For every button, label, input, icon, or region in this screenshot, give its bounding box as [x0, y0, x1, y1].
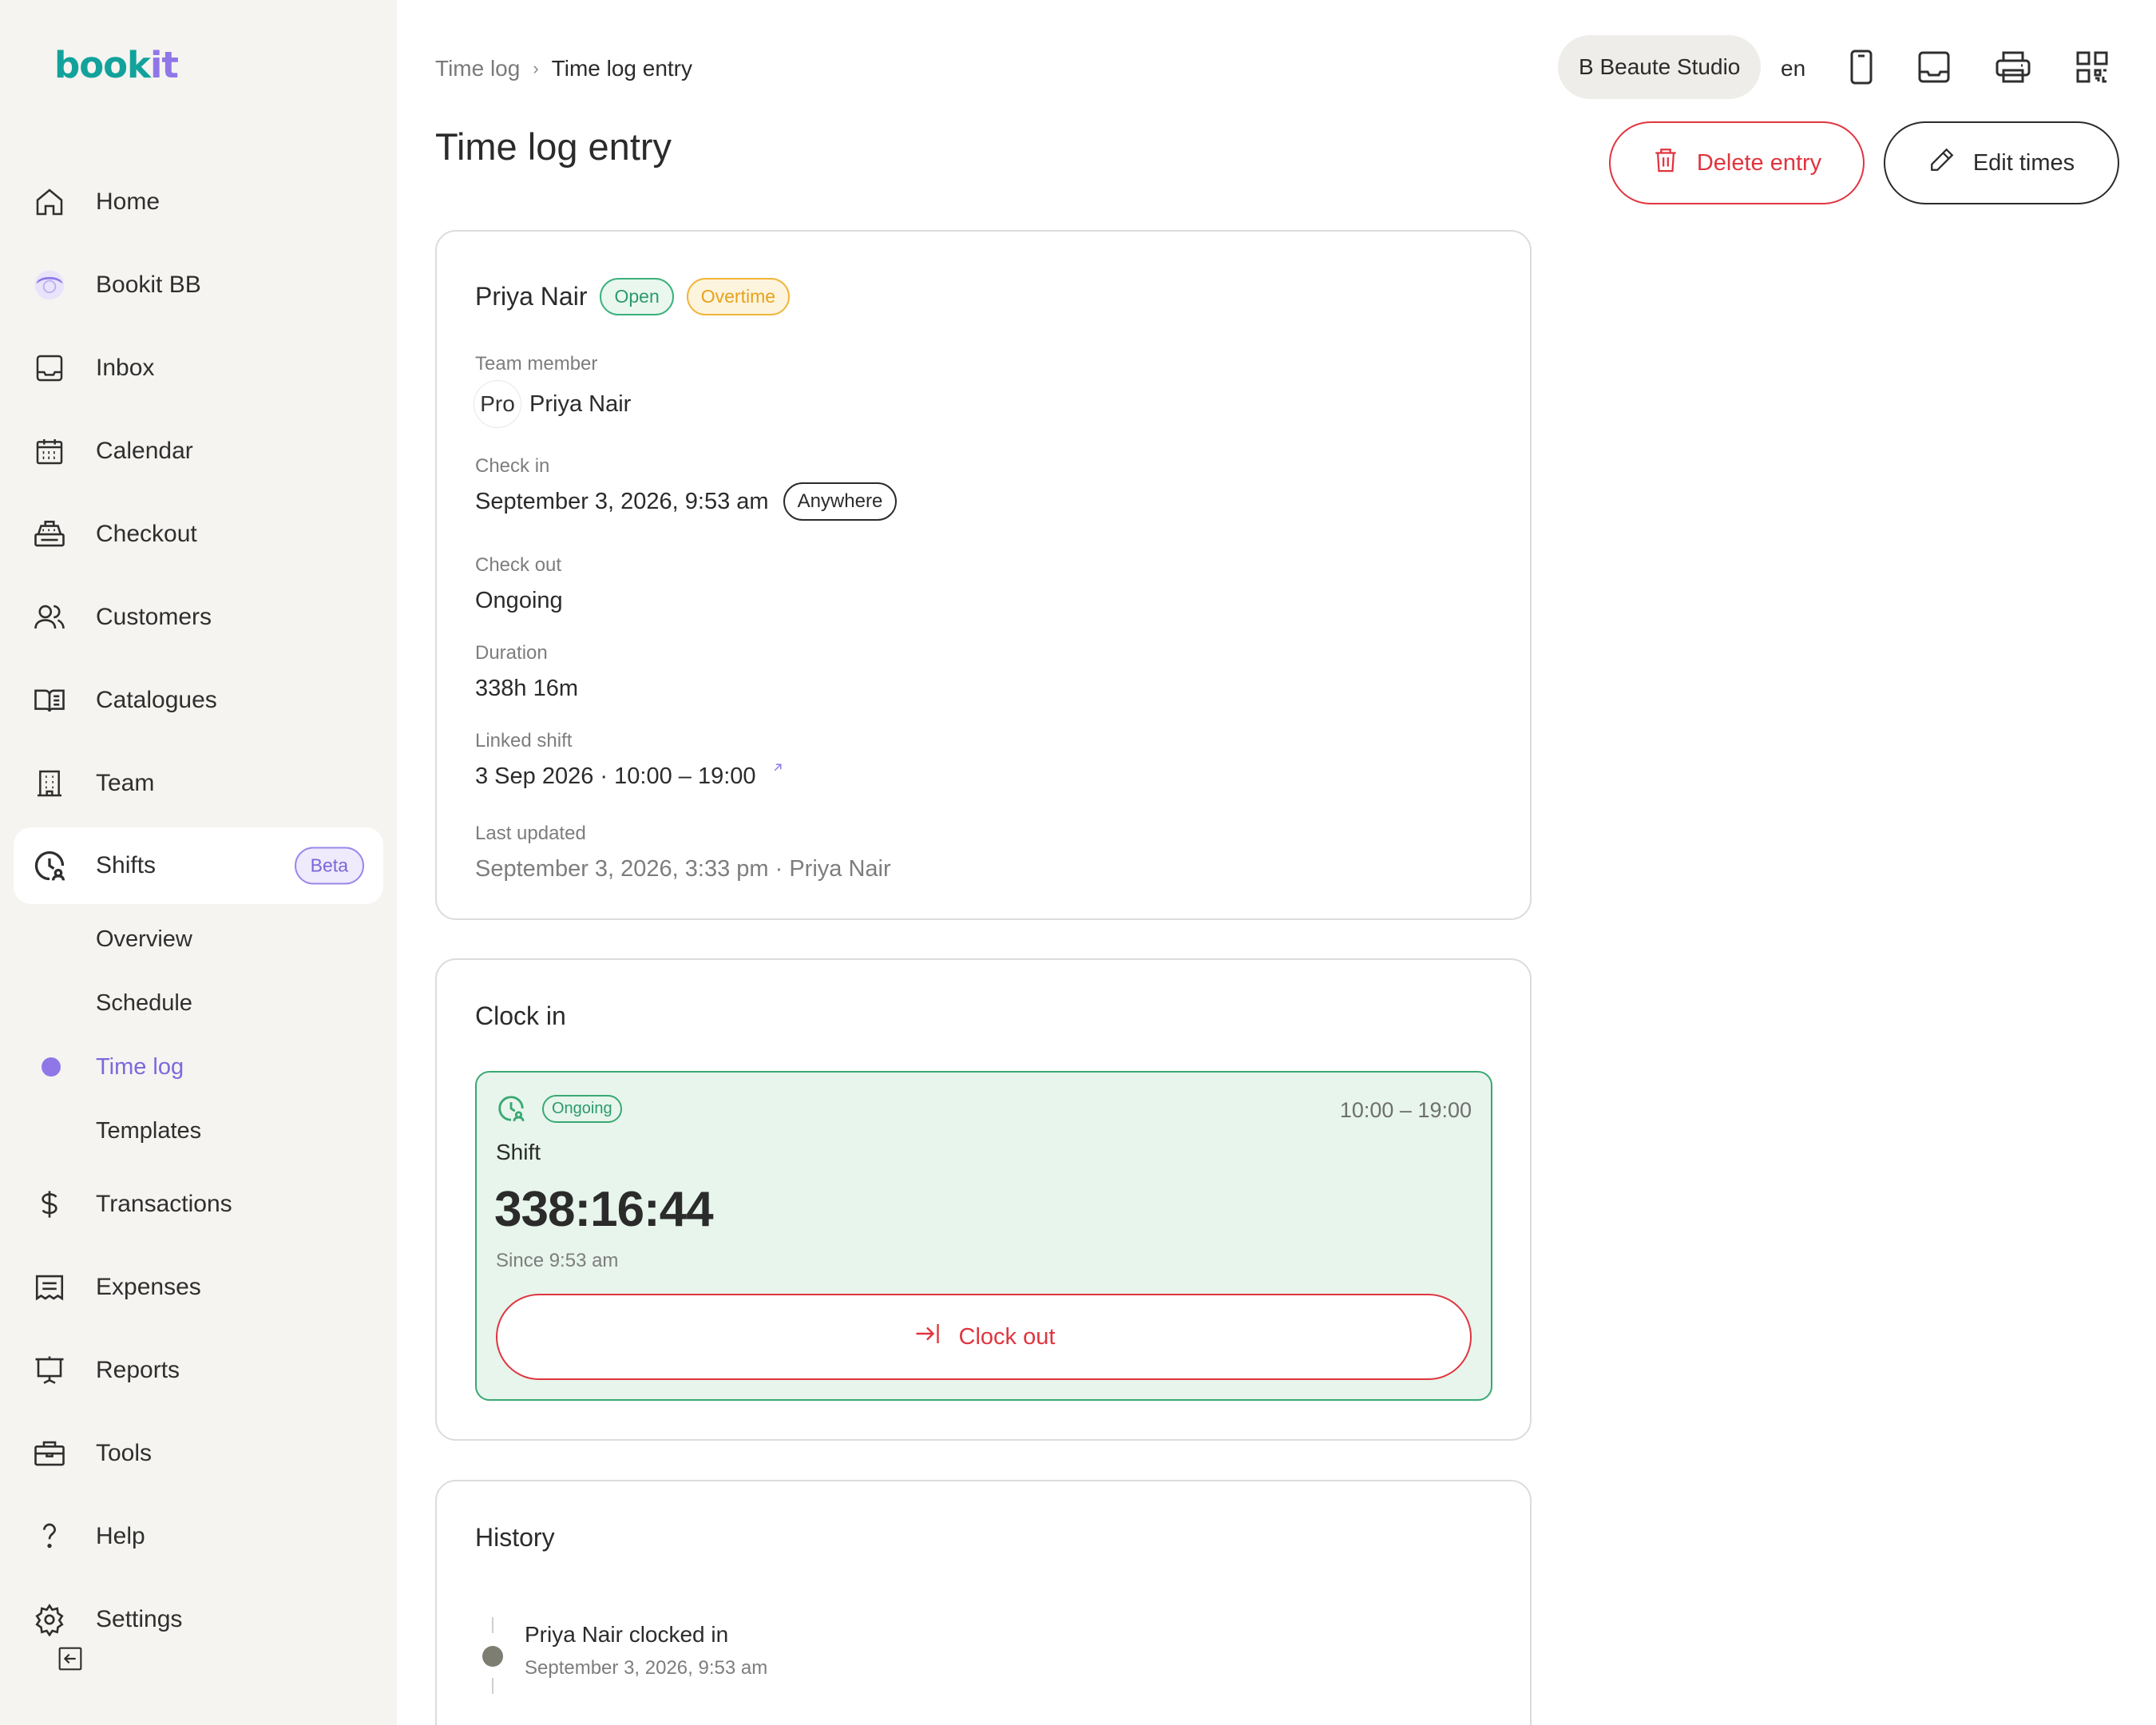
- shift-time-range: 10:00 – 19:00: [1339, 1098, 1472, 1122]
- sidebar: bookit Home Bookit BB Inbox Calendar Che…: [0, 0, 397, 1725]
- entry-details-card: Priya Nair Open Overtime Team member Pro…: [435, 230, 1532, 920]
- location-tag: Anywhere: [783, 482, 898, 521]
- sidebar-item-team[interactable]: Team: [0, 745, 397, 822]
- gear-icon: [32, 1602, 67, 1637]
- linked-shift-link[interactable]: 3 Sep 2026 · 10:00 – 19:00: [475, 763, 785, 790]
- entry-name: Priya Nair: [475, 282, 588, 311]
- active-dot-indicator: [42, 1057, 61, 1077]
- clock-in-title: Clock in: [475, 1001, 566, 1030]
- last-updated-label: Last updated: [475, 823, 586, 844]
- avatar: Pro: [474, 380, 521, 428]
- pencil-icon: [1928, 146, 1956, 180]
- breadcrumb-current: Time log entry: [551, 56, 693, 81]
- inbox-icon: [32, 351, 67, 386]
- register-icon: [32, 517, 67, 552]
- entry-header: Priya Nair Open Overtime: [475, 278, 791, 315]
- duration-label: Duration: [475, 642, 548, 664]
- breadcrumb-parent-link[interactable]: Time log: [435, 56, 520, 81]
- status-badge-overtime: Overtime: [686, 278, 791, 315]
- clock-out-icon: [913, 1319, 941, 1354]
- receipt-icon: [32, 1270, 67, 1305]
- timeline-line: [492, 1678, 493, 1694]
- timeline-dot: [482, 1646, 503, 1667]
- inbox-tray-icon[interactable]: [1915, 48, 1953, 86]
- qr-code-icon[interactable]: [2073, 48, 2111, 86]
- breadcrumb-separator: ›: [533, 58, 539, 78]
- check-out-label: Check out: [475, 554, 562, 576]
- duration-value: 338h 16m: [475, 676, 578, 701]
- sidebar-subitem-time-log[interactable]: Time log: [96, 1054, 184, 1081]
- sidebar-item-bookit-bb[interactable]: Bookit BB: [0, 247, 397, 323]
- breadcrumb: Time log › Time log entry: [435, 56, 692, 81]
- sidebar-item-transactions[interactable]: Transactions: [0, 1166, 397, 1243]
- since-text: Since 9:53 am: [496, 1250, 619, 1271]
- clock-user-icon: [496, 1093, 526, 1128]
- timeline-line: [492, 1617, 493, 1633]
- home-icon: [32, 184, 67, 220]
- language-selector[interactable]: en: [1781, 56, 1805, 81]
- book-icon: [32, 683, 67, 718]
- sidebar-item-checkout[interactable]: Checkout: [0, 496, 397, 573]
- ongoing-badge: Ongoing: [542, 1095, 622, 1123]
- sidebar-item-inbox[interactable]: Inbox: [0, 330, 397, 406]
- bookit-logo[interactable]: bookit: [54, 44, 179, 86]
- building-icon: [32, 766, 67, 801]
- history-title: History: [475, 1523, 555, 1552]
- sidebar-item-expenses[interactable]: Expenses: [0, 1249, 397, 1326]
- sidebar-item-help[interactable]: Help: [0, 1498, 397, 1575]
- check-out-value: Ongoing: [475, 588, 563, 613]
- sidebar-item-shifts[interactable]: Shifts Beta: [14, 827, 383, 904]
- sidebar-item-catalogues[interactable]: Catalogues: [0, 662, 397, 739]
- sidebar-item-home[interactable]: Home: [0, 164, 397, 240]
- status-badge-open: Open: [600, 278, 674, 315]
- history-card: History Priya Nair clocked in September …: [435, 1480, 1532, 1725]
- check-in-value: September 3, 2026, 9:53 am Anywhere: [475, 482, 898, 521]
- edit-times-button[interactable]: Edit times: [1884, 121, 2119, 204]
- studio-switcher[interactable]: B Beaute Studio: [1558, 35, 1762, 99]
- clock-out-button[interactable]: Clock out: [496, 1294, 1472, 1380]
- mobile-icon[interactable]: [1842, 48, 1881, 86]
- presentation-icon: [32, 1353, 67, 1388]
- dollar-icon: [32, 1187, 67, 1222]
- printer-icon[interactable]: [1994, 48, 2032, 86]
- history-event: Priya Nair clocked in: [525, 1622, 729, 1647]
- team-member-value: Pro Priya Nair: [474, 380, 631, 428]
- sidebar-item-customers[interactable]: Customers: [0, 579, 397, 656]
- team-member-label: Team member: [475, 353, 598, 375]
- clock-user-icon: [32, 848, 67, 883]
- last-updated-value: September 3, 2026, 3:33 pm · Priya Nair: [475, 856, 891, 882]
- sidebar-item-calendar[interactable]: Calendar: [0, 413, 397, 490]
- history-event-time: September 3, 2026, 9:53 am: [525, 1657, 768, 1679]
- sidebar-item-tools[interactable]: Tools: [0, 1415, 397, 1492]
- calendar-icon: [32, 434, 67, 469]
- sidebar-subitem-schedule[interactable]: Schedule: [96, 990, 192, 1017]
- briefcase-icon: [32, 1436, 67, 1471]
- elapsed-timer: 338:16:44: [494, 1182, 714, 1237]
- trash-icon: [1652, 146, 1679, 180]
- users-icon: [32, 600, 67, 635]
- sidebar-subitem-overview[interactable]: Overview: [96, 926, 192, 953]
- question-icon: [32, 1519, 67, 1554]
- active-shift-panel: Ongoing 10:00 – 19:00 Shift 338:16:44 Si…: [475, 1071, 1492, 1401]
- shift-label: Shift: [496, 1140, 541, 1164]
- collapse-sidebar-icon[interactable]: [57, 1646, 83, 1671]
- page-title: Time log entry: [435, 125, 672, 168]
- beta-badge: Beta: [294, 847, 364, 885]
- sidebar-item-reports[interactable]: Reports: [0, 1332, 397, 1409]
- external-link-icon: [771, 755, 785, 781]
- assistant-avatar-icon: [32, 268, 67, 303]
- linked-shift-label: Linked shift: [475, 730, 573, 751]
- sidebar-subitem-templates[interactable]: Templates: [96, 1118, 201, 1144]
- team-member-name[interactable]: Priya Nair: [529, 391, 631, 418]
- delete-entry-button[interactable]: Delete entry: [1609, 121, 1865, 204]
- clock-in-card: Clock in Ongoing 10:00 – 19:00 Shift 338…: [435, 958, 1532, 1441]
- check-in-label: Check in: [475, 455, 550, 477]
